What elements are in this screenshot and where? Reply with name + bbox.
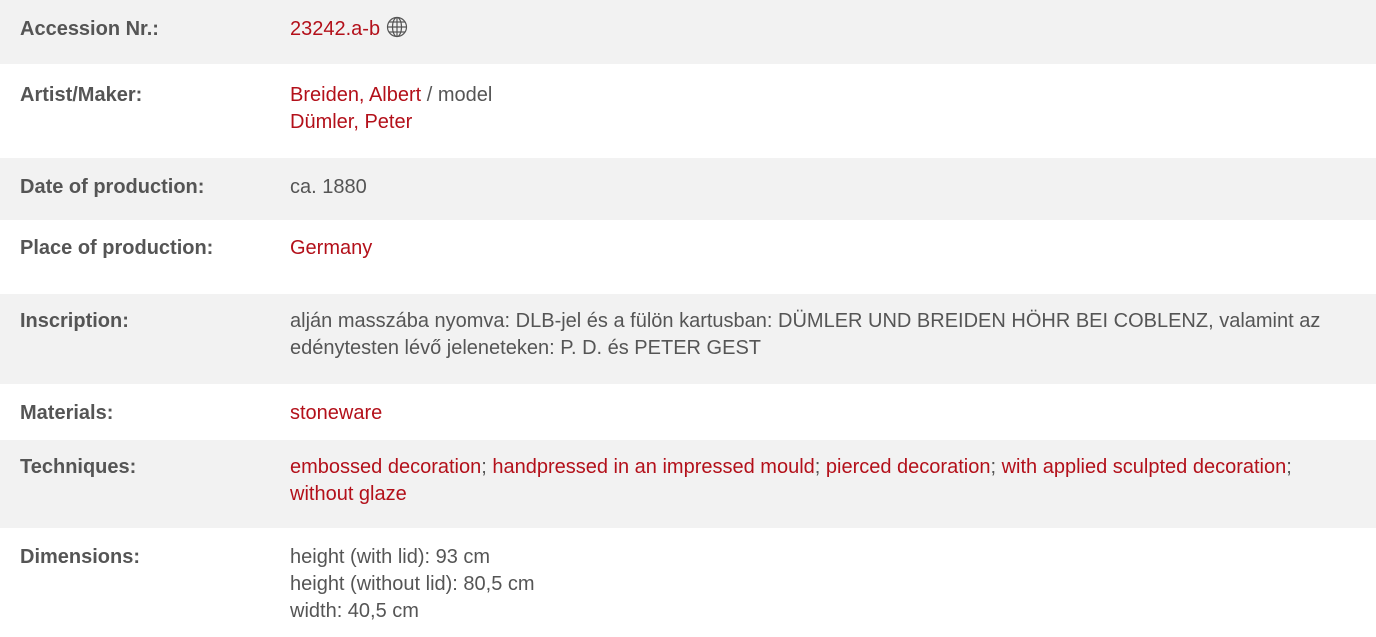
globe-icon[interactable] <box>386 16 408 46</box>
dimensions-value: height (with lid): 93 cm height (without… <box>260 544 1376 625</box>
row-dimensions: Dimensions: height (with lid): 93 cm hei… <box>0 528 1376 635</box>
accession-number-link[interactable]: 23242.a-b <box>290 18 380 40</box>
dimensions-label: Dimensions: <box>20 546 141 568</box>
dimension-line: width: 40,5 cm <box>290 600 419 622</box>
object-details-table: Accession Nr.: 23242.a-b Artist/Maker: B… <box>0 0 1376 635</box>
artist-value: Breiden, Albert / model Dümler, Peter <box>260 82 1376 136</box>
row-artist: Artist/Maker: Breiden, Albert / model Dü… <box>0 64 1376 156</box>
artist-link-breiden[interactable]: Breiden, Albert <box>290 84 421 106</box>
row-techniques: Techniques: embossed decoration; handpre… <box>0 438 1376 528</box>
inscription-value: alján masszába nyomva: DLB-jel és a fülö… <box>290 310 1321 359</box>
material-link-stoneware[interactable]: stoneware <box>290 402 382 424</box>
technique-link[interactable]: without glaze <box>290 483 407 505</box>
techniques-label: Techniques: <box>20 456 137 478</box>
date-label: Date of production: <box>20 176 205 198</box>
accession-label: Accession Nr.: <box>20 18 159 40</box>
inscription-label: Inscription: <box>20 310 129 332</box>
artist-role: / model <box>421 84 493 106</box>
artist-link-dumler[interactable]: Dümler, Peter <box>290 111 412 133</box>
artist-label: Artist/Maker: <box>20 84 143 106</box>
technique-link[interactable]: handpressed in an impressed mould <box>492 456 814 478</box>
techniques-value: embossed decoration; handpressed in an i… <box>290 456 1292 505</box>
dimension-line: height (with lid): 93 cm <box>290 546 491 568</box>
place-link-germany[interactable]: Germany <box>290 237 372 259</box>
dimension-line: height (without lid): 80,5 cm <box>290 573 535 595</box>
row-place: Place of production: Germany <box>0 220 1376 292</box>
date-value: ca. 1880 <box>290 176 367 198</box>
row-date: Date of production: ca. 1880 <box>0 156 1376 220</box>
accession-value: 23242.a-b <box>260 16 1376 46</box>
place-label: Place of production: <box>20 237 214 259</box>
technique-link[interactable]: embossed decoration <box>290 456 481 478</box>
technique-link[interactable]: pierced decoration <box>826 456 991 478</box>
row-accession: Accession Nr.: 23242.a-b <box>0 0 1376 64</box>
row-inscription: Inscription: alján masszába nyomva: DLB-… <box>0 292 1376 384</box>
technique-link[interactable]: with applied sculpted decoration <box>1002 456 1287 478</box>
materials-label: Materials: <box>20 402 114 424</box>
row-materials: Materials: stoneware <box>0 384 1376 438</box>
